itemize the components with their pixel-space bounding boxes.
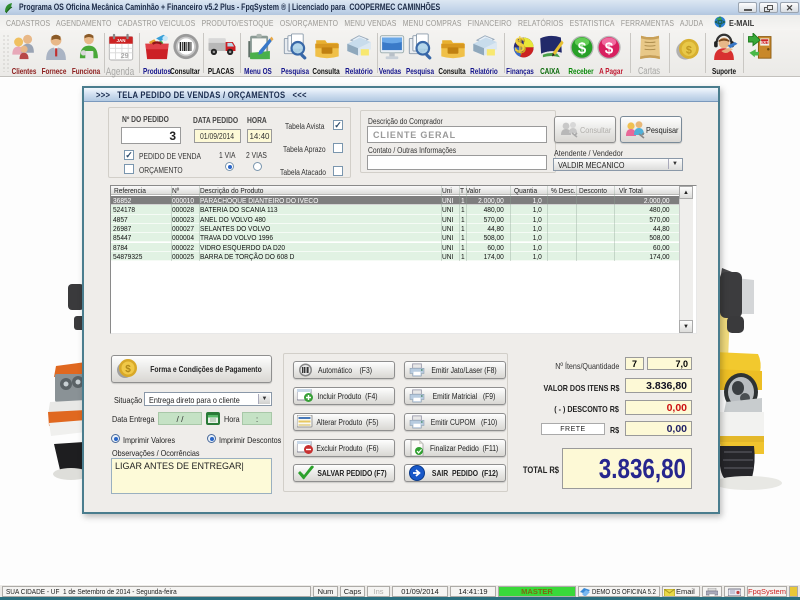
svg-text:EXIT: EXIT: [761, 40, 768, 44]
svg-text:JAN: JAN: [116, 38, 125, 43]
svg-text:$: $: [125, 364, 131, 375]
svg-text:$: $: [578, 41, 587, 58]
svg-text:$: $: [514, 33, 525, 57]
svg-text:$: $: [605, 41, 614, 58]
svg-text:29: 29: [121, 51, 129, 60]
svg-text:$: $: [686, 44, 692, 56]
